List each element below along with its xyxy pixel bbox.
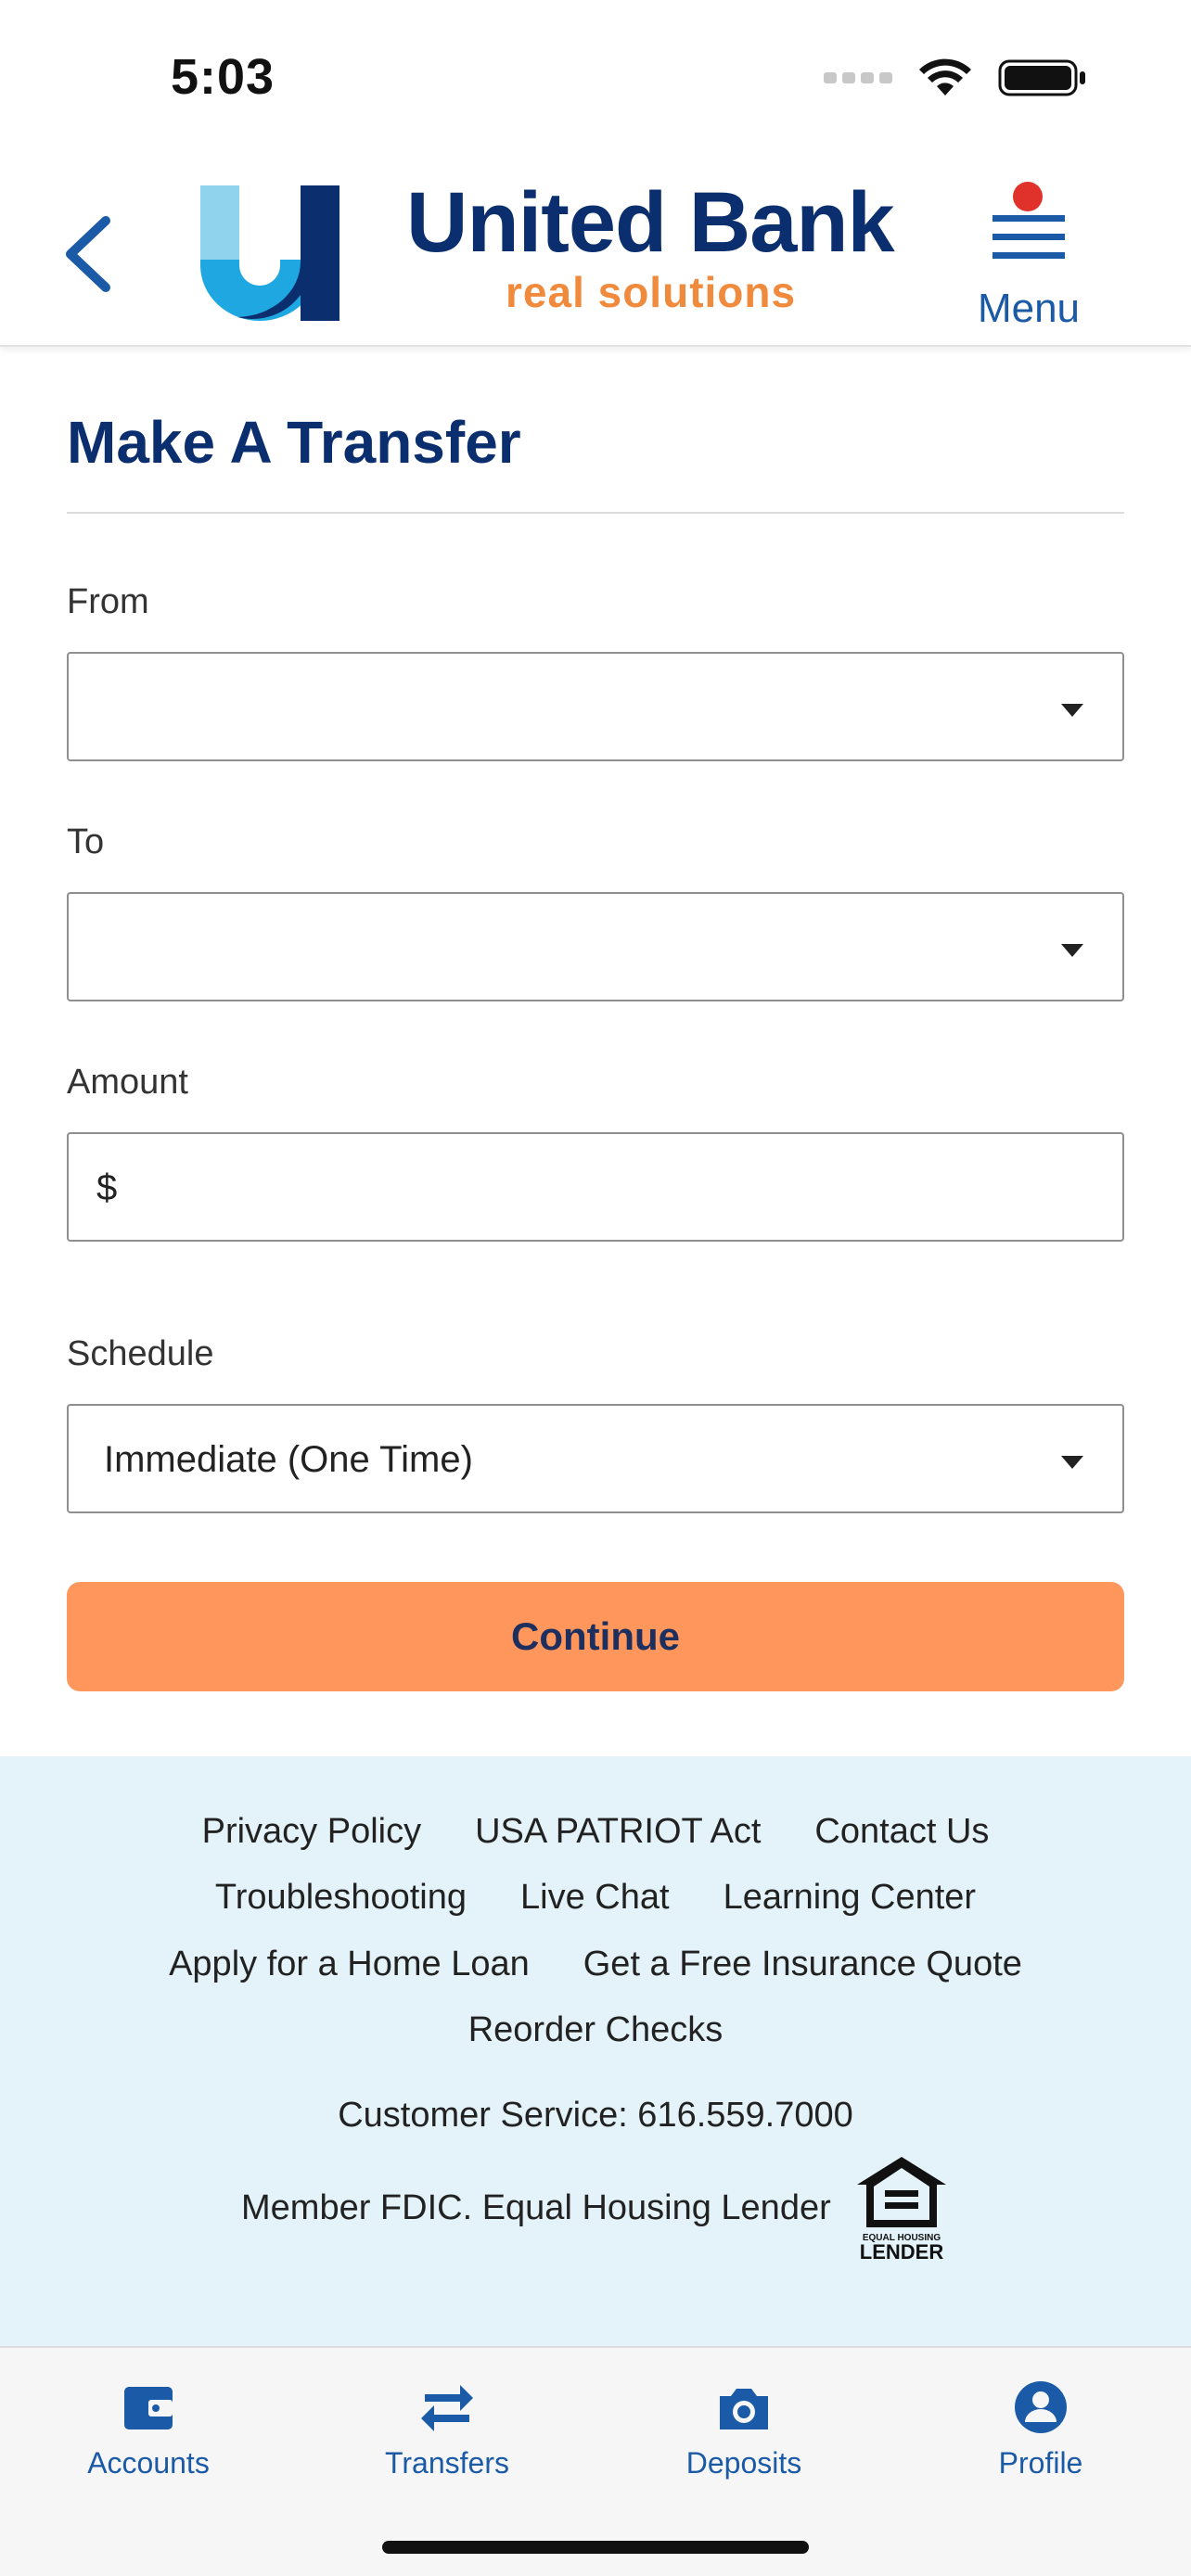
wallet-icon xyxy=(124,2387,173,2429)
tab-profile[interactable]: Profile xyxy=(948,2370,1133,2491)
dropdown-caret-icon xyxy=(1061,1456,1083,1469)
tab-label-deposits: Deposits xyxy=(685,2446,802,2480)
title-divider xyxy=(67,512,1124,514)
footer-links-row-3: Apply for a Home Loan Get a Free Insuran… xyxy=(0,1945,1191,1984)
fdic-text: Member FDIC. Equal Housing Lender xyxy=(241,2187,831,2227)
fdic-line: Member FDIC. Equal Housing Lender EQUAL … xyxy=(241,2153,950,2263)
tab-accounts[interactable]: Accounts xyxy=(56,2370,241,2491)
footer-links-row-2: Troubleshooting Live Chat Learning Cente… xyxy=(0,1878,1191,1918)
battery-icon xyxy=(998,59,1085,96)
insurance-quote-link[interactable]: Get a Free Insurance Quote xyxy=(583,1945,1022,1984)
privacy-policy-link[interactable]: Privacy Policy xyxy=(202,1812,422,1852)
home-indicator xyxy=(382,2541,809,2554)
camera-icon xyxy=(720,2389,768,2429)
brand-name: United Bank xyxy=(406,175,895,270)
from-account-select[interactable] xyxy=(67,652,1124,761)
app-header: United Bank real solutions Menu xyxy=(0,158,1191,347)
back-button[interactable] xyxy=(52,208,126,300)
wifi-icon xyxy=(919,58,971,96)
chevron-left-icon xyxy=(66,216,110,292)
dropdown-caret-icon xyxy=(1061,704,1083,717)
footer-links-row-4: Reorder Checks xyxy=(0,2010,1191,2050)
home-loan-link[interactable]: Apply for a Home Loan xyxy=(169,1945,530,1984)
dropdown-caret-icon xyxy=(1061,944,1083,957)
status-icons xyxy=(824,57,1087,98)
svg-text:LENDER: LENDER xyxy=(860,2240,944,2263)
schedule-select[interactable]: Immediate (One Time) xyxy=(67,1404,1124,1513)
usa-patriot-act-link[interactable]: USA PATRIOT Act xyxy=(475,1812,761,1852)
status-bar: 5:03 xyxy=(0,0,1191,158)
tab-label-transfers: Transfers xyxy=(385,2446,509,2480)
learning-center-link[interactable]: Learning Center xyxy=(724,1878,977,1918)
profile-icon xyxy=(1015,2381,1067,2433)
equal-housing-lender-icon: EQUAL HOUSING LENDER xyxy=(856,2157,946,2263)
transfer-form: Make A Transfer From To Amount $ Schedul… xyxy=(67,347,1124,1691)
schedule-label: Schedule xyxy=(67,1334,214,1373)
live-chat-link[interactable]: Live Chat xyxy=(520,1878,670,1918)
reorder-checks-link[interactable]: Reorder Checks xyxy=(468,2010,724,2050)
to-label: To xyxy=(67,823,105,861)
schedule-value: Immediate (One Time) xyxy=(104,1439,473,1480)
tab-transfers[interactable]: Transfers xyxy=(354,2370,540,2491)
amount-label: Amount xyxy=(67,1063,188,1102)
contact-us-link[interactable]: Contact Us xyxy=(814,1812,989,1852)
menu-button[interactable]: Menu xyxy=(968,171,1089,338)
menu-label: Menu xyxy=(977,286,1081,331)
customer-service-phone[interactable]: Customer Service: 616.559.7000 xyxy=(0,2096,1191,2136)
notification-dot-icon xyxy=(1013,182,1043,211)
troubleshooting-link[interactable]: Troubleshooting xyxy=(215,1878,467,1918)
cellular-signal-icon xyxy=(824,72,892,83)
page-title: Make A Transfer xyxy=(67,409,521,476)
united-bank-logo-icon xyxy=(200,185,339,321)
status-time: 5:03 xyxy=(171,49,275,105)
currency-prefix: $ xyxy=(96,1167,118,1208)
tab-label-accounts: Accounts xyxy=(87,2446,210,2480)
amount-input[interactable]: $ xyxy=(67,1132,1124,1242)
brand-tagline: real solutions xyxy=(506,268,797,316)
continue-button[interactable]: Continue xyxy=(67,1582,1124,1691)
footer: Privacy Policy USA PATRIOT Act Contact U… xyxy=(0,1756,1191,2346)
tab-label-profile: Profile xyxy=(998,2446,1083,2480)
to-account-select[interactable] xyxy=(67,892,1124,1001)
footer-links-row-1: Privacy Policy USA PATRIOT Act Contact U… xyxy=(0,1812,1191,1852)
tab-deposits[interactable]: Deposits xyxy=(651,2370,837,2491)
from-label: From xyxy=(67,582,149,621)
transfer-arrows-icon xyxy=(421,2385,473,2431)
